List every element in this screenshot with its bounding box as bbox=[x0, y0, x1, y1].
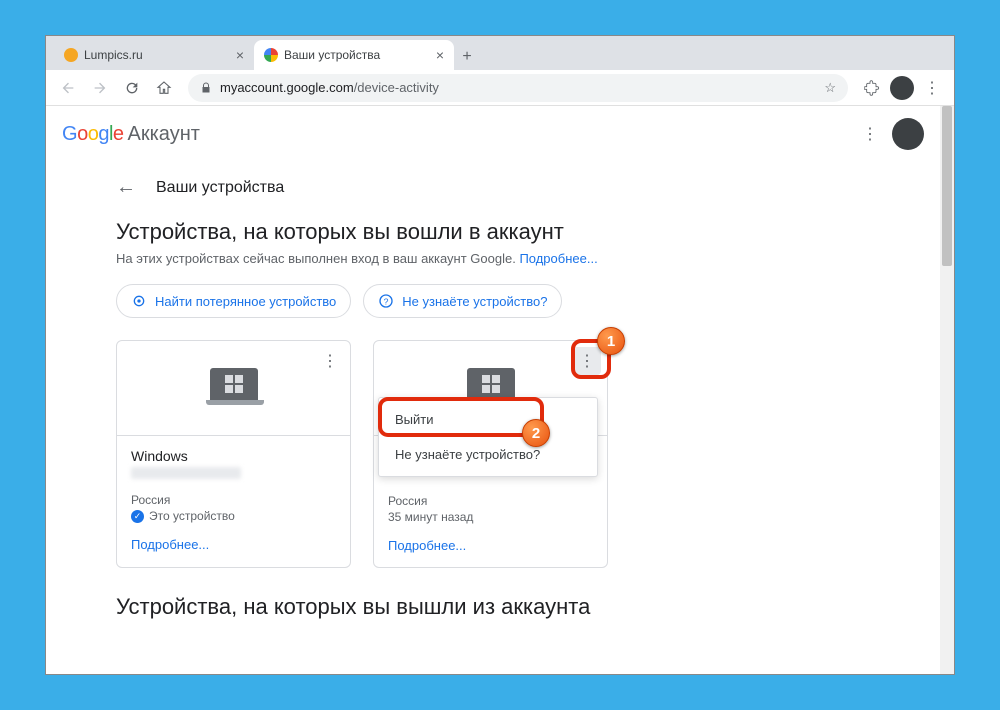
browser-menu-button[interactable]: ⋮ bbox=[918, 74, 946, 102]
unknown-device-chip[interactable]: ? Не узнаёте устройство? bbox=[363, 284, 562, 318]
page-header: Google Аккаунт ⋮ bbox=[46, 106, 940, 162]
section2-title: Устройства, на которых вы вышли из аккау… bbox=[116, 594, 870, 620]
device-card: ⋮ Windows DESKTOP-F1B2G12 Россия 35 мину… bbox=[373, 340, 608, 568]
annotation-badge-2: 2 bbox=[522, 419, 550, 447]
profile-avatar[interactable] bbox=[890, 76, 914, 100]
device-more-link[interactable]: Подробнее... bbox=[388, 538, 593, 553]
device-card: ⋮ Windows Россия ✓ Э bbox=[116, 340, 351, 568]
page-content: Google Аккаунт ⋮ ← Ваши устройства Устро… bbox=[46, 106, 940, 674]
card-overflow-button[interactable]: ⋮ bbox=[573, 347, 601, 375]
extensions-icon[interactable] bbox=[858, 74, 886, 102]
subheader-title: Ваши устройства bbox=[156, 179, 284, 197]
header-menu-icon[interactable]: ⋮ bbox=[862, 124, 878, 144]
lock-icon bbox=[200, 82, 212, 94]
bookmark-star-icon[interactable]: ☆ bbox=[824, 80, 836, 96]
device-location: Россия bbox=[388, 494, 593, 508]
google-logo: Google bbox=[62, 123, 124, 146]
device-cards: ⋮ Windows Россия ✓ Э bbox=[116, 340, 870, 568]
vertical-scrollbar[interactable] bbox=[940, 106, 954, 674]
tab-title: Ваши устройства bbox=[284, 48, 430, 62]
favicon-google bbox=[264, 48, 278, 62]
tab-close-icon[interactable]: × bbox=[436, 47, 444, 63]
chrome-window: Lumpics.ru × Ваши устройства × + myaccou… bbox=[45, 35, 955, 675]
header-avatar[interactable] bbox=[892, 118, 924, 150]
menu-item-signout[interactable]: Выйти bbox=[379, 402, 597, 437]
annotation-badge-1: 1 bbox=[597, 327, 625, 355]
new-tab-button[interactable]: + bbox=[454, 44, 480, 70]
svg-text:?: ? bbox=[384, 296, 389, 306]
device-name: Windows bbox=[131, 448, 336, 464]
check-icon: ✓ bbox=[131, 510, 144, 523]
section-title: Устройства, на которых вы вошли в аккаун… bbox=[116, 219, 870, 245]
help-icon: ? bbox=[378, 293, 394, 309]
chip-row: Найти потерянное устройство ? Не узнаёте… bbox=[116, 284, 870, 318]
find-device-chip[interactable]: Найти потерянное устройство bbox=[116, 284, 351, 318]
subheader: ← Ваши устройства bbox=[46, 162, 940, 209]
chip-label: Не узнаёте устройство? bbox=[402, 294, 547, 309]
browser-toolbar: myaccount.google.com/device-activity ☆ ⋮ bbox=[46, 70, 954, 106]
device-location: Россия bbox=[131, 493, 336, 507]
nav-home-button[interactable] bbox=[150, 74, 178, 102]
back-arrow-icon[interactable]: ← bbox=[116, 176, 136, 199]
tab-title: Lumpics.ru bbox=[84, 48, 230, 62]
section-subtitle: На этих устройствах сейчас выполнен вход… bbox=[116, 251, 870, 266]
chip-label: Найти потерянное устройство bbox=[155, 294, 336, 309]
device-subtitle-redacted bbox=[131, 467, 241, 479]
tab-lumpics[interactable]: Lumpics.ru × bbox=[54, 40, 254, 70]
tab-devices[interactable]: Ваши устройства × bbox=[254, 40, 454, 70]
tabstrip: Lumpics.ru × Ваши устройства × + bbox=[46, 36, 954, 70]
scrollbar-thumb[interactable] bbox=[942, 106, 952, 266]
nav-reload-button[interactable] bbox=[118, 74, 146, 102]
account-word: Аккаунт bbox=[128, 123, 200, 146]
laptop-icon bbox=[206, 368, 262, 408]
this-device-badge: ✓ Это устройство bbox=[131, 509, 336, 523]
learn-more-link[interactable]: Подробнее... bbox=[519, 251, 597, 266]
device-more-link[interactable]: Подробнее... bbox=[131, 537, 336, 552]
favicon-lumpics bbox=[64, 48, 78, 62]
target-icon bbox=[131, 293, 147, 309]
overflow-menu: Выйти Не узнаёте устройство? bbox=[378, 397, 598, 477]
url-text: myaccount.google.com/device-activity bbox=[220, 80, 439, 95]
device-time: 35 минут назад bbox=[388, 510, 593, 524]
address-bar[interactable]: myaccount.google.com/device-activity ☆ bbox=[188, 74, 848, 102]
card-overflow-button[interactable]: ⋮ bbox=[316, 347, 344, 375]
nav-forward-button[interactable] bbox=[86, 74, 114, 102]
menu-item-unknown[interactable]: Не узнаёте устройство? bbox=[379, 437, 597, 472]
tab-close-icon[interactable]: × bbox=[236, 47, 244, 63]
nav-back-button[interactable] bbox=[54, 74, 82, 102]
